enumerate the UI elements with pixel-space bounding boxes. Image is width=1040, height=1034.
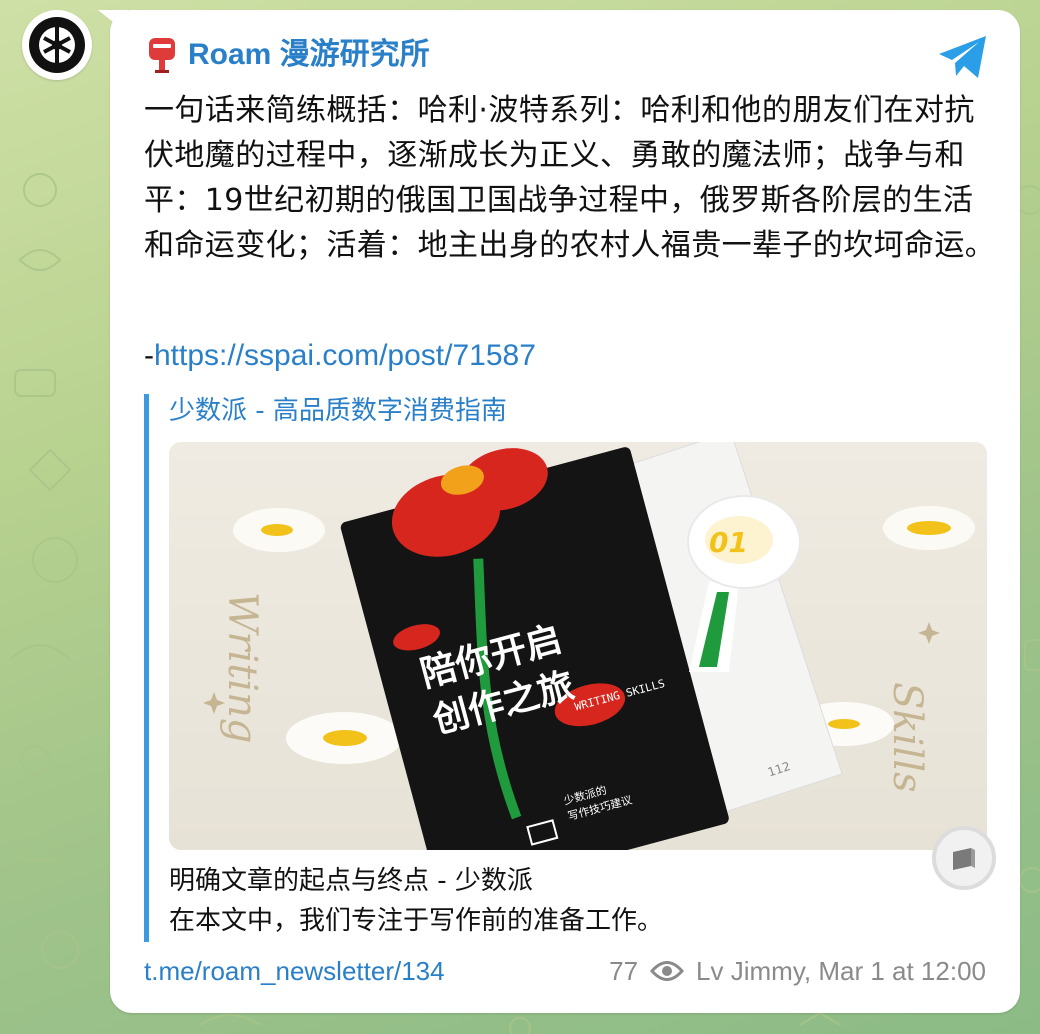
preview-site-name: 少数派 - 高品质数字消费指南 bbox=[169, 396, 507, 426]
channel-name[interactable]: Roam 漫游研究所 bbox=[188, 37, 430, 73]
channel-post-bubble: Roam 漫游研究所 一句话来简练概括：哈利·波特系列：哈利和他的朋友们在对抗伏… bbox=[110, 10, 1020, 1013]
badge-number: 01 bbox=[709, 526, 748, 559]
instant-view-button[interactable] bbox=[932, 826, 996, 890]
message-link[interactable]: https://sspai.com/post/71587 bbox=[154, 339, 536, 372]
author-and-time: Lv Jimmy, Mar 1 at 12:00 bbox=[696, 956, 986, 986]
preview-image[interactable]: Writing Skills 112 陪你开启 创作之旅 WRITING SKI… bbox=[169, 442, 987, 850]
preview-illustration: Writing Skills 112 陪你开启 创作之旅 WRITING SKI… bbox=[203, 442, 975, 850]
eye-icon bbox=[650, 961, 685, 981]
post-meta: 77 Lv Jimmy, Mar 1 at 12:00 bbox=[609, 954, 986, 988]
postbox-icon bbox=[149, 38, 175, 73]
instant-view-icon bbox=[953, 848, 975, 870]
preview-description: 在本文中，我们专注于写作前的准备工作。 bbox=[169, 906, 664, 936]
link-prefix: - bbox=[144, 339, 154, 372]
left-script-text: Writing bbox=[219, 592, 265, 743]
preview-title: 明确文章的起点与终点 - 少数派 bbox=[169, 866, 533, 896]
channel-avatar[interactable] bbox=[22, 10, 92, 80]
roam-logo-icon bbox=[29, 17, 85, 73]
post-header: Roam 漫游研究所 bbox=[146, 36, 430, 74]
right-script-text: Skills bbox=[884, 682, 930, 793]
view-count: 77 bbox=[609, 956, 639, 986]
telegram-share-icon[interactable] bbox=[936, 32, 990, 82]
link-preview[interactable]: 少数派 - 高品质数字消费指南 Writing Skills 112 陪你开启 … bbox=[144, 394, 991, 942]
message-link-line: -https://sspai.com/post/71587 bbox=[144, 336, 536, 376]
post-permalink[interactable]: t.me/roam_newsletter/134 bbox=[144, 954, 445, 988]
message-text: 一句话来简练概括：哈利·波特系列：哈利和他的朋友们在对抗伏地魔的过程中，逐渐成长… bbox=[144, 93, 996, 263]
